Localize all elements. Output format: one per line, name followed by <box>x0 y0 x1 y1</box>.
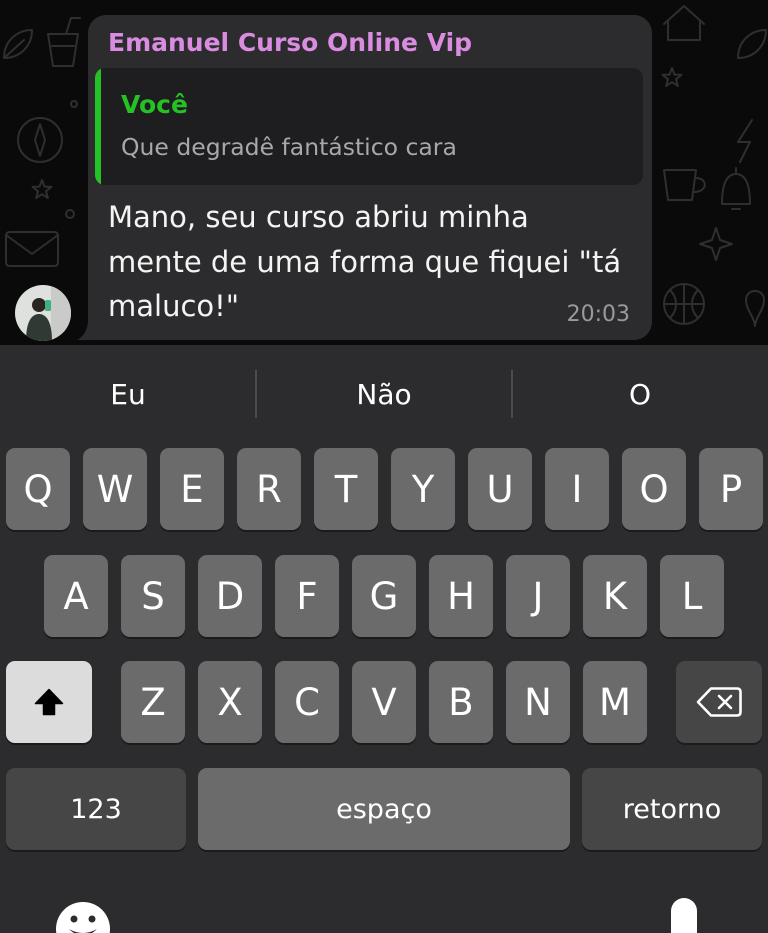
backspace-icon <box>696 687 742 717</box>
key-w[interactable]: W <box>83 448 147 530</box>
sender-avatar[interactable] <box>15 285 71 341</box>
key-r[interactable]: R <box>237 448 301 530</box>
wallpaper-lightning-doodle <box>737 119 753 163</box>
key-v[interactable]: V <box>352 661 416 743</box>
emoji-icon[interactable] <box>55 898 111 933</box>
wallpaper-dot-doodle <box>65 209 75 219</box>
wallpaper-bell-doodle <box>721 167 751 210</box>
quote-accent-bar <box>95 68 101 185</box>
space-key[interactable]: espaço <box>198 768 570 850</box>
key-g[interactable]: G <box>352 555 416 637</box>
wallpaper-pin-doodle <box>745 290 765 327</box>
wallpaper-star-doodle <box>661 67 683 88</box>
wallpaper-leaf-doodle <box>737 29 767 59</box>
wallpaper-envelope-doodle <box>5 231 59 267</box>
key-q[interactable]: Q <box>6 448 70 530</box>
wallpaper-dot-doodle <box>70 100 78 108</box>
suggestion-3[interactable]: O <box>512 371 768 419</box>
key-x[interactable]: X <box>198 661 262 743</box>
backspace-key[interactable] <box>676 661 762 743</box>
avatar-person-phone <box>45 300 51 311</box>
key-h[interactable]: H <box>429 555 493 637</box>
wallpaper-leaf-doodle <box>3 29 33 59</box>
shift-icon <box>34 688 64 716</box>
key-z[interactable]: Z <box>121 661 185 743</box>
quoted-author: Você <box>121 90 188 119</box>
avatar-photo-wall <box>51 285 71 341</box>
key-t[interactable]: T <box>314 448 378 530</box>
key-o[interactable]: O <box>622 448 686 530</box>
key-u[interactable]: U <box>468 448 532 530</box>
keyboard: Eu Não O Q W E R T Y U I O P A S D F G H… <box>0 345 768 933</box>
wallpaper-star-doodle <box>31 179 53 200</box>
key-e[interactable]: E <box>160 448 224 530</box>
key-p[interactable]: P <box>699 448 763 530</box>
key-k[interactable]: K <box>583 555 647 637</box>
wallpaper-drink-doodle <box>47 17 81 67</box>
suggestion-1[interactable]: Eu <box>0 371 256 419</box>
key-d[interactable]: D <box>198 555 262 637</box>
key-l[interactable]: L <box>660 555 724 637</box>
wallpaper-cup-doodle <box>663 169 706 201</box>
key-i[interactable]: I <box>545 448 609 530</box>
chat-area[interactable]: Emanuel Curso Online Vip Você Que degrad… <box>0 0 768 345</box>
message-bubble[interactable]: Emanuel Curso Online Vip Você Que degrad… <box>88 15 652 340</box>
message-time: 20:03 <box>566 302 630 327</box>
suggestion-2[interactable]: Não <box>256 371 512 419</box>
avatar-person-head <box>32 298 46 312</box>
key-j[interactable]: J <box>506 555 570 637</box>
wallpaper-compass-doodle <box>17 117 63 163</box>
key-n[interactable]: N <box>506 661 570 743</box>
message-line: maluco!" <box>108 289 240 323</box>
wallpaper-sparkle-doodle <box>699 227 733 261</box>
numbers-key[interactable]: 123 <box>6 768 186 850</box>
key-b[interactable]: B <box>429 661 493 743</box>
message-line: mente de uma forma que fiquei "tá <box>108 244 622 279</box>
key-c[interactable]: C <box>275 661 339 743</box>
key-s[interactable]: S <box>121 555 185 637</box>
quoted-text: Que degradê fantástico cara <box>121 133 457 161</box>
message-text: Mano, seu curso abriu minha mente de uma… <box>108 195 621 329</box>
sender-name: Emanuel Curso Online Vip <box>108 28 473 57</box>
return-key[interactable]: retorno <box>582 768 762 850</box>
key-y[interactable]: Y <box>391 448 455 530</box>
key-f[interactable]: F <box>275 555 339 637</box>
message-line: Mano, seu curso abriu minha <box>108 200 529 234</box>
wallpaper-house-doodle <box>663 5 705 41</box>
shift-key[interactable] <box>6 661 92 743</box>
key-a[interactable]: A <box>44 555 108 637</box>
key-m[interactable]: M <box>583 661 647 743</box>
quoted-message[interactable]: Você Que degradê fantástico cara <box>95 68 643 185</box>
microphone-icon[interactable] <box>669 896 699 933</box>
wallpaper-ball-doodle <box>663 283 705 325</box>
